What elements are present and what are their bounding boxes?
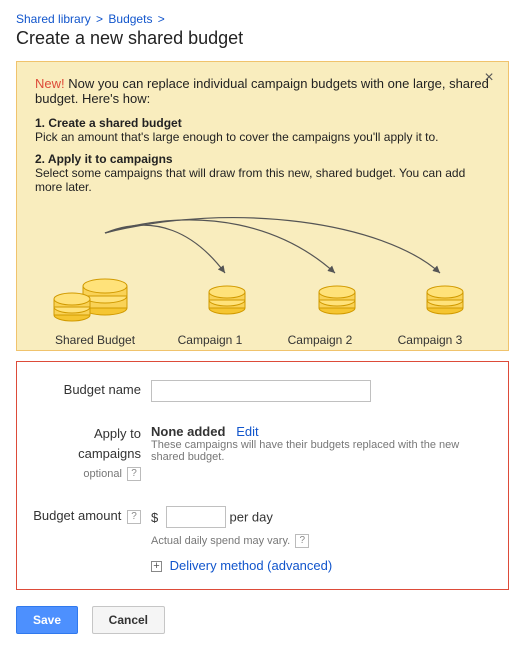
edit-campaigns-link[interactable]: Edit — [236, 424, 258, 439]
spend-note: Actual daily spend may vary. — [151, 535, 290, 547]
diagram-label-c3: Campaign 3 — [375, 333, 485, 347]
new-badge: New! — [35, 76, 65, 91]
info-intro: New! Now you can replace individual camp… — [35, 76, 490, 106]
step2-title: 2. Apply it to campaigns — [35, 152, 173, 166]
budget-amount-input[interactable] — [166, 506, 226, 528]
currency-symbol: $ — [151, 510, 158, 525]
cancel-button[interactable]: Cancel — [92, 606, 165, 634]
step2-body: Select some campaigns that will draw fro… — [35, 166, 465, 194]
close-icon[interactable]: × — [480, 70, 498, 88]
optional-label: optional — [83, 468, 122, 480]
breadcrumb-shared-library[interactable]: Shared library — [16, 12, 91, 26]
info-panel: × New! Now you can replace individual ca… — [16, 61, 509, 351]
help-icon[interactable]: ? — [127, 467, 141, 481]
apply-label: Apply to campaigns — [78, 426, 141, 461]
help-icon[interactable]: ? — [127, 510, 141, 524]
step1-body: Pick an amount that's large enough to co… — [35, 130, 438, 144]
budget-name-label: Budget name — [31, 380, 151, 400]
save-button[interactable]: Save — [16, 606, 78, 634]
info-step-2: 2. Apply it to campaigns Select some cam… — [35, 152, 490, 194]
form-buttons: Save Cancel — [16, 606, 509, 634]
none-added-text: None added — [151, 424, 225, 439]
budget-form: Budget name Apply to campaigns optional … — [16, 361, 509, 590]
delivery-method-link[interactable]: Delivery method (advanced) — [170, 558, 333, 573]
page-title: Create a new shared budget — [16, 28, 509, 49]
step1-title: 1. Create a shared budget — [35, 116, 182, 130]
intro-text: Now you can replace individual campaign … — [35, 76, 489, 106]
breadcrumb-sep: > — [94, 12, 105, 26]
info-step-1: 1. Create a shared budget Pick an amount… — [35, 116, 490, 144]
help-icon[interactable]: ? — [295, 534, 309, 548]
breadcrumb-budgets[interactable]: Budgets — [108, 12, 152, 26]
apply-desc: These campaigns will have their budgets … — [151, 439, 494, 463]
budget-name-input[interactable] — [151, 380, 371, 402]
diagram-label-shared: Shared Budget — [35, 333, 155, 347]
breadcrumb-sep: > — [156, 12, 167, 26]
amount-label: Budget amount — [33, 508, 121, 523]
per-day-text: per day — [229, 510, 272, 525]
budget-diagram: Shared Budget Campaign 1 Campaign 2 Camp… — [35, 208, 490, 338]
expand-icon[interactable]: + — [151, 561, 162, 572]
breadcrumb: Shared library > Budgets > — [16, 12, 509, 26]
diagram-label-c2: Campaign 2 — [265, 333, 375, 347]
diagram-label-c1: Campaign 1 — [155, 333, 265, 347]
